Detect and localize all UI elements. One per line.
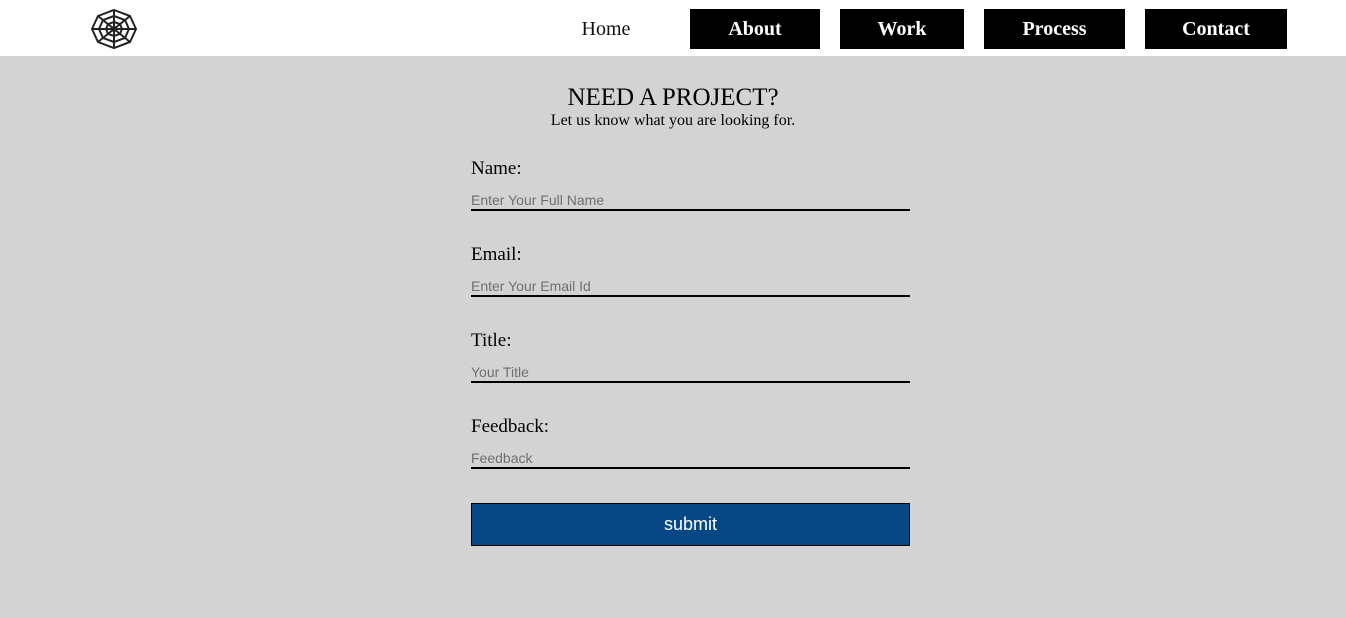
title-label: Title: [471,330,512,351]
feedback-input[interactable] [471,449,910,469]
nav-contact-button[interactable]: Contact [1145,9,1287,49]
nav-about-button[interactable]: About [690,9,820,49]
name-input[interactable] [471,191,910,211]
page-subtitle: Let us know what you are looking for. [550,112,796,129]
spider-web-icon[interactable] [89,8,139,50]
page-title: NEED A PROJECT? [567,84,779,111]
site-header: Home About Work Process Contact [0,0,1346,56]
title-input[interactable] [471,363,910,383]
feedback-label: Feedback: [471,416,550,437]
email-label: Email: [471,244,522,265]
nav-process-button[interactable]: Process [984,9,1125,49]
submit-button[interactable]: submit [471,503,910,546]
email-input[interactable] [471,277,910,297]
name-label: Name: [471,158,522,179]
nav-home-link[interactable]: Home [566,9,646,49]
nav-work-button[interactable]: Work [840,9,964,49]
